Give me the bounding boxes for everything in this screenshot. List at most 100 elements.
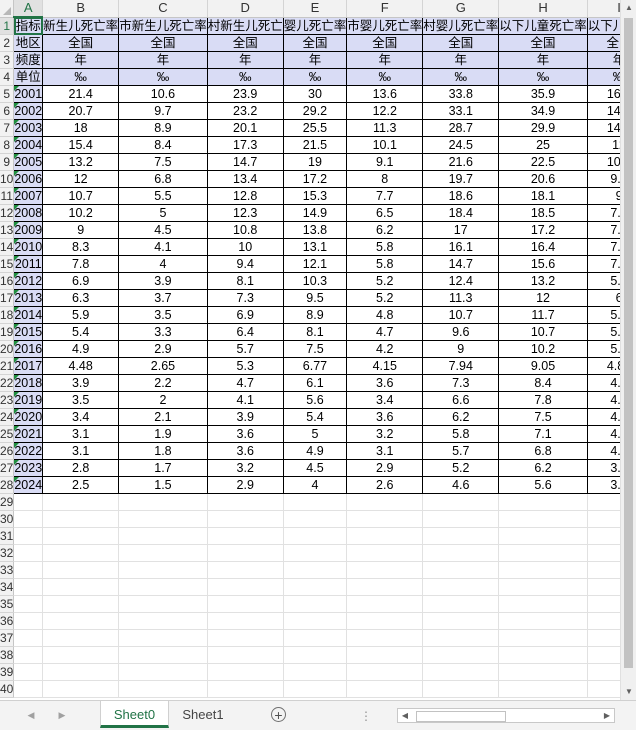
data-cell[interactable]: 4.15 — [346, 357, 424, 375]
data-cell[interactable]: 8.3 — [42, 238, 120, 256]
data-cell[interactable]: 4.4 — [586, 374, 620, 392]
empty-cell[interactable] — [13, 629, 44, 647]
row-header[interactable]: 11 — [0, 187, 15, 205]
data-cell[interactable]: 4.9 — [42, 340, 120, 358]
year-cell[interactable]: 2013 — [13, 289, 44, 307]
data-cell[interactable]: 10.3 — [282, 272, 348, 290]
data-cell[interactable]: 24.5 — [422, 136, 500, 154]
empty-cell[interactable] — [118, 544, 208, 562]
data-cell[interactable]: 18.6 — [422, 187, 500, 205]
empty-cell[interactable] — [587, 629, 620, 647]
empty-cell[interactable] — [13, 612, 44, 630]
empty-cell[interactable] — [587, 663, 620, 681]
row-header[interactable]: 36 — [0, 612, 15, 630]
row-header[interactable]: 13 — [0, 221, 15, 239]
empty-cell[interactable] — [498, 629, 588, 647]
empty-cell[interactable] — [42, 612, 120, 630]
data-cell[interactable]: 13.4 — [206, 170, 284, 188]
row-header[interactable]: 16 — [0, 272, 15, 290]
empty-cell[interactable] — [498, 680, 588, 698]
data-cell[interactable]: 2.9 — [206, 476, 284, 494]
data-cell[interactable]: 8.4 — [498, 374, 588, 392]
empty-cell[interactable] — [42, 510, 120, 528]
data-cell[interactable]: 3.4 — [586, 476, 620, 494]
data-cell[interactable]: 9 — [586, 187, 620, 205]
data-cell[interactable]: 6.2 — [422, 408, 500, 426]
empty-cell[interactable] — [13, 680, 44, 698]
data-cell[interactable]: 4.2 — [346, 340, 424, 358]
empty-cell[interactable] — [346, 612, 424, 630]
data-cell[interactable]: 10.2 — [498, 340, 588, 358]
header-cell[interactable]: ‰ — [346, 68, 424, 86]
data-cell[interactable]: 10.7 — [586, 153, 620, 171]
data-cell[interactable]: 3.9 — [118, 272, 208, 290]
header-cell[interactable]: 年 — [206, 51, 284, 69]
data-cell[interactable]: 3.6 — [346, 374, 424, 392]
data-cell[interactable]: 4.2 — [586, 442, 620, 460]
year-cell[interactable]: 2010 — [13, 238, 44, 256]
year-cell[interactable]: 2004 — [13, 136, 44, 154]
empty-cell[interactable] — [422, 578, 500, 596]
tab-prev-icon[interactable]: ◀ — [24, 708, 38, 722]
empty-cell[interactable] — [283, 595, 348, 613]
data-cell[interactable]: 5 — [282, 425, 348, 443]
scroll-up-icon[interactable]: ▲ — [621, 0, 636, 16]
empty-cell[interactable] — [587, 544, 620, 562]
row-header[interactable]: 9 — [0, 153, 15, 171]
data-cell[interactable]: 8.9 — [118, 119, 208, 137]
horizontal-scrollbar[interactable]: ◀ ▶ — [397, 708, 615, 723]
empty-cell[interactable] — [587, 493, 620, 511]
year-cell[interactable]: 2016 — [13, 340, 44, 358]
empty-cell[interactable] — [498, 612, 588, 630]
empty-cell[interactable] — [207, 595, 284, 613]
empty-cell[interactable] — [13, 544, 44, 562]
data-cell[interactable]: 9.05 — [498, 357, 588, 375]
data-cell[interactable]: 11.7 — [498, 306, 588, 324]
empty-cell[interactable] — [346, 544, 424, 562]
data-cell[interactable]: 4.8 — [346, 306, 424, 324]
data-cell[interactable]: 4.1 — [586, 391, 620, 409]
empty-cell[interactable] — [498, 595, 588, 613]
empty-cell[interactable] — [422, 646, 500, 664]
data-cell[interactable]: 3.7 — [118, 289, 208, 307]
empty-cell[interactable] — [283, 629, 348, 647]
empty-cell[interactable] — [587, 680, 620, 698]
data-cell[interactable]: 25 — [498, 136, 588, 154]
data-cell[interactable]: 7.5 — [282, 340, 348, 358]
data-cell[interactable]: 1.7 — [118, 459, 208, 477]
column-header-d[interactable]: D — [207, 0, 284, 18]
year-cell[interactable]: 2007 — [13, 187, 44, 205]
data-cell[interactable]: 30 — [282, 85, 348, 103]
empty-cell[interactable] — [283, 578, 348, 596]
data-cell[interactable]: 4 — [282, 476, 348, 494]
data-cell[interactable]: 4.1 — [118, 238, 208, 256]
empty-cell[interactable] — [587, 646, 620, 664]
empty-cell[interactable] — [118, 629, 208, 647]
column-header-a[interactable]: A — [13, 0, 44, 18]
empty-cell[interactable] — [422, 595, 500, 613]
data-cell[interactable]: 5.6 — [282, 391, 348, 409]
add-sheet-icon[interactable]: + — [271, 707, 286, 722]
data-cell[interactable]: 3.3 — [118, 323, 208, 341]
empty-cell[interactable] — [346, 629, 424, 647]
row-header[interactable]: 33 — [0, 561, 15, 579]
data-cell[interactable]: 18.5 — [498, 204, 588, 222]
header-cell[interactable]: 村婴儿死亡率 — [422, 16, 500, 35]
row-header[interactable]: 21 — [0, 357, 15, 375]
header-cell[interactable]: 婴儿死亡率 — [282, 16, 348, 35]
empty-cell[interactable] — [42, 680, 120, 698]
data-cell[interactable]: 6.77 — [282, 357, 348, 375]
data-cell[interactable]: 7.8 — [42, 255, 120, 273]
empty-cell[interactable] — [498, 493, 588, 511]
header-cell[interactable]: 全国 — [42, 34, 120, 52]
data-cell[interactable]: 14.6 — [586, 102, 620, 120]
data-cell[interactable]: 12 — [42, 170, 120, 188]
header-cell[interactable]: ‰ — [118, 68, 208, 86]
header-cell[interactable]: 市新生儿死亡率 — [118, 16, 208, 35]
empty-cell[interactable] — [207, 663, 284, 681]
data-cell[interactable]: 13.8 — [282, 221, 348, 239]
year-cell[interactable]: 2002 — [13, 102, 44, 120]
header-cell[interactable]: 年 — [282, 51, 348, 69]
data-cell[interactable]: 34.9 — [498, 102, 588, 120]
year-cell[interactable]: 2011 — [13, 255, 44, 273]
